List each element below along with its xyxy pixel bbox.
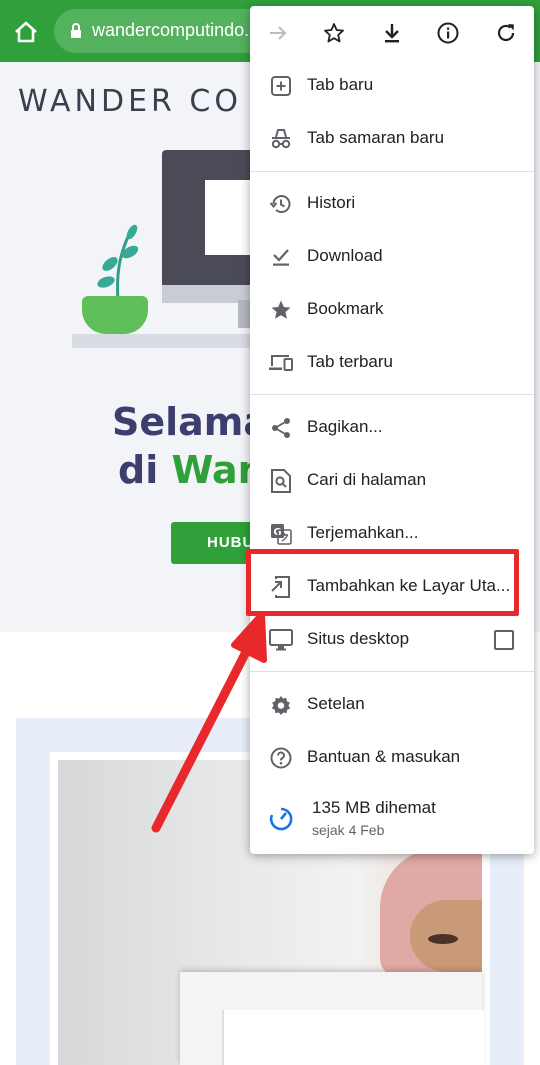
menu-item-label: Tab baru — [307, 75, 374, 94]
forward-button[interactable] — [262, 17, 294, 49]
share-icon — [268, 415, 294, 441]
highlight-box — [246, 549, 519, 616]
download-icon — [385, 24, 399, 43]
site-brand: WANDER CO — [18, 84, 242, 119]
plant-illustration — [97, 224, 139, 301]
download-check-icon — [268, 244, 294, 270]
menu-item-settings[interactable]: Setelan — [250, 678, 534, 731]
menu-item-downloads[interactable]: Download — [250, 230, 534, 283]
person-eye — [428, 934, 458, 944]
menu-item-history[interactable]: Histori — [250, 177, 534, 230]
menu-item-label: Tab terbaru — [307, 352, 393, 371]
lock-icon — [70, 23, 82, 39]
menu-item-desktop-site[interactable]: Situs desktop — [250, 613, 534, 666]
hero-headline-line2: di Wan — [118, 448, 265, 492]
star-outline-icon — [324, 23, 344, 43]
box-lid-illustration — [222, 1010, 484, 1065]
url-text[interactable]: wandercomputindo.c — [92, 20, 252, 41]
menu-item-share[interactable]: Bagikan... — [250, 401, 534, 454]
home-button[interactable] — [10, 16, 42, 48]
find-in-page-icon — [268, 468, 294, 494]
menu-item-label: Tab samaran baru — [307, 128, 445, 147]
gear-icon — [268, 692, 294, 718]
menu-item-data-saver[interactable]: 135 MB dihemat sejak 4 Feb — [250, 788, 534, 848]
headline-prefix: di — [118, 448, 172, 492]
plant-pot-illustration — [82, 296, 148, 334]
arrow-right-icon — [270, 26, 287, 40]
menu-item-label: Bantuan & masukan — [307, 747, 461, 766]
hero-headline-line1: Selama — [112, 400, 270, 444]
data-saver-amount: 135 MB dihemat — [312, 798, 436, 817]
star-icon — [268, 297, 294, 323]
menu-item-label: Setelan — [307, 694, 365, 713]
data-saver-icon — [268, 806, 294, 832]
reload-button[interactable] — [490, 17, 522, 49]
menu-item-label: Situs desktop — [307, 629, 410, 648]
info-icon — [437, 22, 459, 44]
home-icon — [15, 21, 37, 43]
menu-item-label: Histori — [307, 193, 356, 212]
devices-icon — [268, 350, 294, 376]
menu-item-label: Bookmark — [307, 299, 384, 318]
reload-icon — [497, 24, 515, 42]
browser-overflow-menu: Tab baru Tab samaran baru Histori Downlo… — [250, 6, 534, 854]
translate-icon: G — [268, 521, 294, 547]
menu-item-label: Cari di halaman — [307, 470, 427, 489]
incognito-icon — [268, 126, 294, 152]
page-info-button[interactable] — [432, 17, 464, 49]
bookmark-star-button[interactable] — [318, 17, 350, 49]
download-page-button[interactable] — [376, 17, 408, 49]
menu-divider — [250, 171, 534, 172]
menu-item-find-in-page[interactable]: Cari di halaman — [250, 454, 534, 507]
menu-item-bookmarks[interactable]: Bookmark — [250, 283, 534, 336]
desktop-icon — [268, 627, 294, 653]
menu-divider — [250, 394, 534, 395]
menu-item-new-incognito-tab[interactable]: Tab samaran baru — [250, 112, 534, 165]
menu-divider — [250, 671, 534, 672]
menu-item-new-tab[interactable]: Tab baru — [250, 59, 534, 112]
menu-item-label: Terjemahkan... — [307, 523, 419, 542]
data-saver-since: sejak 4 Feb — [312, 822, 385, 838]
plus-box-icon — [268, 73, 294, 99]
menu-item-recent-tabs[interactable]: Tab terbaru — [250, 336, 534, 389]
desk-illustration — [72, 334, 272, 348]
help-icon — [268, 745, 294, 771]
menu-item-label: Bagikan... — [307, 417, 383, 436]
menu-toolbar — [250, 6, 534, 60]
desktop-site-checkbox[interactable] — [494, 630, 514, 650]
menu-item-help-feedback[interactable]: Bantuan & masukan — [250, 731, 534, 784]
history-icon — [268, 191, 294, 217]
menu-item-label: Download — [307, 246, 383, 265]
